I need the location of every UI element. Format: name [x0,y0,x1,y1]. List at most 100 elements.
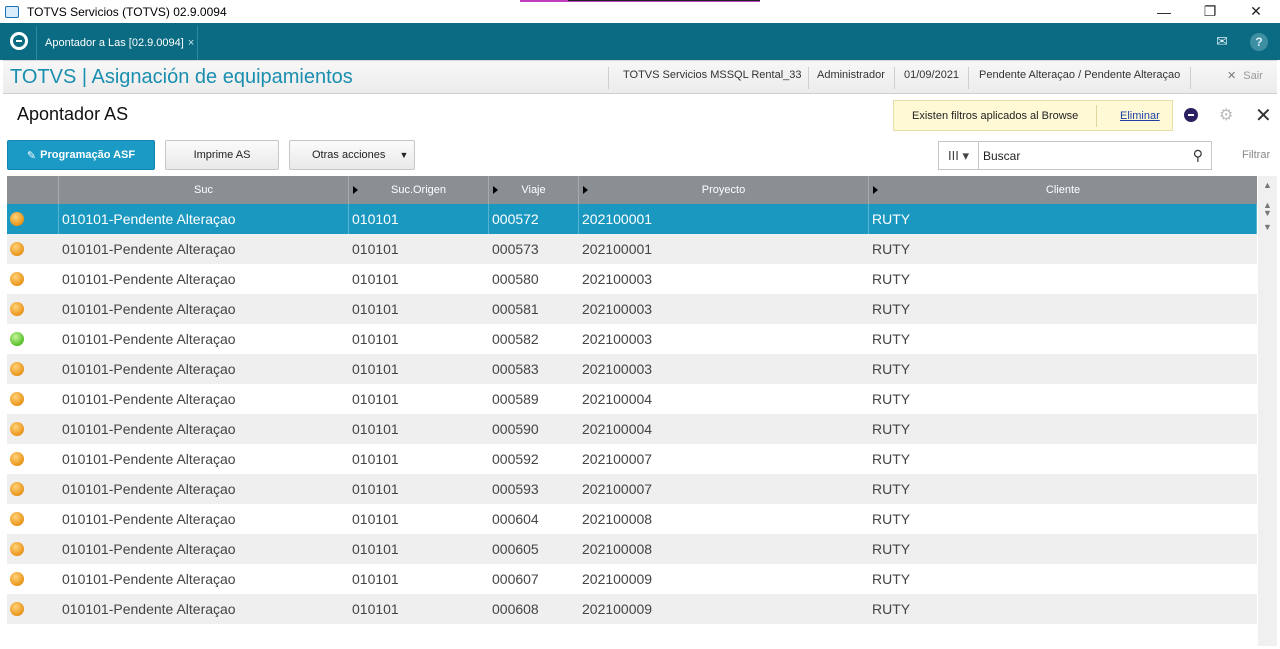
sort-arrow-icon [873,186,878,194]
status-column-header[interactable] [7,176,59,204]
scroll-bottom-icon[interactable]: ▼ [1262,222,1273,232]
scroll-down-icon[interactable]: ▼ [1262,208,1273,218]
cell-origen: 010101 [352,421,399,437]
chevron-down-icon: ▼ [399,150,409,160]
header-divider [968,67,969,89]
cell-viaje: 000583 [492,361,539,377]
cell-suc: 010101-Pendente Alteraçao [62,451,236,467]
cell-proyecto: 202100004 [582,421,653,437]
cell-origen: 010101 [352,271,399,287]
status-cell [7,234,59,264]
status-cell [7,324,59,354]
gear-icon[interactable]: ⚙ [1219,105,1233,125]
cell-viaje: 000580 [492,271,539,287]
tab-apontador[interactable]: Apontador a Las [02.9.0094] × [36,26,198,60]
tab-label: Apontador a Las [02.9.0094] [45,37,184,49]
cell-origen: 010101 [352,301,399,317]
cell-proyecto: 202100004 [582,391,653,407]
cell-proyecto: 202100003 [582,361,653,377]
mail-icon[interactable]: ✉ [1212,32,1232,50]
status-cell [7,444,59,474]
filter-button[interactable]: Filtrar [1242,149,1270,161]
help-icon[interactable]: ? [1250,33,1268,51]
cell-suc: 010101-Pendente Alteraçao [62,421,236,437]
imprime-as-button[interactable]: Imprime AS [165,140,279,170]
status-cell [7,414,59,444]
data-grid: Suc Suc.Origen Viaje Proyecto Cliente 01… [7,176,1257,624]
cell-cliente: RUTY [872,511,911,527]
cell-proyecto: 202100001 [582,241,653,257]
cell-proyecto: 202100008 [582,541,653,557]
status-cell [7,204,59,234]
table-row[interactable]: 010101-Pendente Alteraçao 010101 000605 202… [7,534,1257,564]
totvs-logo-icon[interactable] [10,32,28,50]
vertical-scrollbar[interactable]: ▲ ▲ ▼ ▼ [1258,176,1277,646]
table-row[interactable]: 010101-Pendente Alteraçao 010101 000572 202… [7,204,1257,234]
column-header-cliente[interactable]: Cliente [869,176,1257,204]
status-green-icon [10,332,24,346]
header-divider [808,67,809,89]
cell-suc: 010101-Pendente Alteraçao [62,361,236,377]
status-cell [7,294,59,324]
column-header-suc-origen[interactable]: Suc.Origen [349,176,489,204]
search-input[interactable] [983,147,1183,165]
status-cell [7,474,59,504]
window-close-button[interactable]: ✕ [1233,0,1279,23]
table-row[interactable]: 010101-Pendente Alteraçao 010101 000573 202… [7,234,1257,264]
close-icon: ✕ [1250,3,1262,19]
otras-acciones-button[interactable]: Otras acciones ▼ [289,140,415,170]
status-cell [7,564,59,594]
column-header-viaje[interactable]: Viaje [489,176,579,204]
sort-arrow-icon [583,186,588,194]
cell-cliente: RUTY [872,331,911,347]
page-title: TOTVS | Asignación de equipamientos [10,66,353,88]
search-icon[interactable]: ⚲ [1193,147,1203,164]
table-row[interactable]: 010101-Pendente Alteraçao 010101 000593 202… [7,474,1257,504]
cell-cliente: RUTY [872,421,911,437]
status-orange-icon [10,542,24,556]
cell-origen: 010101 [352,331,399,347]
filter-status-icon[interactable] [1184,108,1198,122]
branch-label: Pendente Alteraçao / Pendente Alteraçao [979,69,1181,81]
table-row[interactable]: 010101-Pendente Alteraçao 010101 000581 202… [7,294,1257,324]
table-row[interactable]: 010101-Pendente Alteraçao 010101 000604 202… [7,504,1257,534]
filter-notice-text: Existen filtros aplicados al Browse [912,110,1079,122]
columns-selector-icon[interactable]: III ▾ [939,142,979,169]
cell-proyecto: 202100007 [582,481,653,497]
cell-origen: 010101 [352,601,399,617]
cell-origen: 010101 [352,241,399,257]
close-browse-icon[interactable]: ✕ [1255,103,1272,128]
cell-proyecto: 202100009 [582,601,653,617]
programacao-asf-button[interactable]: ✎ Programação ASF [7,140,155,170]
exit-button[interactable]: ✕ Sair [1227,69,1263,82]
cell-suc: 010101-Pendente Alteraçao [62,601,236,617]
column-header-suc[interactable]: Suc [59,176,349,204]
cell-viaje: 000608 [492,601,539,617]
table-row[interactable]: 010101-Pendente Alteraçao 010101 000580 202… [7,264,1257,294]
cell-suc: 010101-Pendente Alteraçao [62,331,236,347]
table-row[interactable]: 010101-Pendente Alteraçao 010101 000582 202… [7,324,1257,354]
cell-suc: 010101-Pendente Alteraçao [62,511,236,527]
scroll-top-icon[interactable]: ▲ [1262,180,1273,190]
column-header-proyecto[interactable]: Proyecto [579,176,869,204]
table-row[interactable]: 010101-Pendente Alteraçao 010101 000583 202… [7,354,1257,384]
table-row[interactable]: 010101-Pendente Alteraçao 010101 000590 202… [7,414,1257,444]
restore-button[interactable]: ❐ [1187,0,1233,23]
browse-title: Apontador AS [17,104,129,124]
date-label: 01/09/2021 [904,69,960,81]
table-row[interactable]: 010101-Pendente Alteraçao 010101 000592 202… [7,444,1257,474]
cell-cliente: RUTY [872,301,911,317]
minimize-icon: — [1157,3,1171,20]
minimize-button[interactable]: — [1141,0,1187,23]
table-row[interactable]: 010101-Pendente Alteraçao 010101 000608 202… [7,594,1257,624]
status-orange-icon [10,482,24,496]
header-divider [1190,67,1191,89]
app-window-icon [5,5,19,18]
cell-proyecto: 202100003 [582,301,653,317]
tab-close-icon[interactable]: × [188,37,194,49]
cell-viaje: 000572 [489,204,579,234]
remove-filter-link[interactable]: Eliminar [1120,110,1160,122]
table-row[interactable]: 010101-Pendente Alteraçao 010101 000589 202… [7,384,1257,414]
cell-origen: 010101 [352,571,399,587]
table-row[interactable]: 010101-Pendente Alteraçao 010101 000607 202… [7,564,1257,594]
